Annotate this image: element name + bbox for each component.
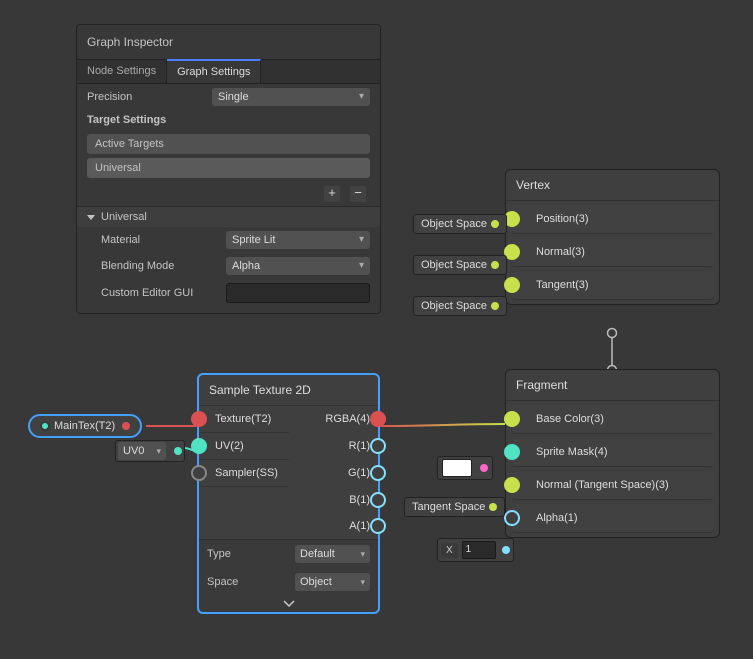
property-port-icon xyxy=(40,421,50,431)
slot-alpha[interactable]: Alpha(1) xyxy=(512,504,713,533)
node-sample-texture-2d[interactable]: Sample Texture 2D Texture(T2) RGBA(4) UV… xyxy=(197,373,380,614)
slot-uv-in[interactable]: UV(2) xyxy=(199,433,289,460)
slot-position[interactable]: Position(3) xyxy=(512,205,713,234)
material-label: Material xyxy=(87,234,226,246)
slot-a-out[interactable]: A(1) xyxy=(289,513,379,539)
pill-object-space[interactable]: Object Space xyxy=(413,255,507,275)
slot-tangent[interactable]: Tangent(3) xyxy=(512,271,713,300)
slot-sprite-mask[interactable]: Sprite Mask(4) xyxy=(512,438,713,467)
target-settings-label: Target Settings xyxy=(87,114,212,126)
pill-x-input[interactable]: X1 xyxy=(437,538,514,562)
node-preview-toggle[interactable] xyxy=(199,596,378,612)
add-target-button[interactable]: + xyxy=(324,186,340,202)
x-value[interactable]: 1 xyxy=(462,541,496,559)
pill-object-space[interactable]: Object Space xyxy=(413,296,507,316)
material-select[interactable]: Sprite Lit xyxy=(226,231,370,249)
node-header: Sample Texture 2D xyxy=(199,375,378,406)
slot-base-color[interactable]: Base Color(3) xyxy=(512,405,713,434)
chevron-down-icon xyxy=(87,215,95,220)
space-label: Space xyxy=(207,576,295,588)
x-label: X xyxy=(441,543,458,558)
tab-bar: Node Settings Graph Settings xyxy=(77,59,380,84)
type-label: Type xyxy=(207,548,295,560)
node-header: Vertex xyxy=(506,170,719,201)
slot-normal-ts[interactable]: Normal (Tangent Space)(3) xyxy=(512,471,713,500)
port-out-icon xyxy=(122,422,130,430)
active-target-universal[interactable]: Universal xyxy=(87,158,370,178)
property-label: MainTex(T2) xyxy=(54,420,115,432)
property-maintex[interactable]: MainTex(T2) xyxy=(28,414,142,438)
pill-tangent-space[interactable]: Tangent Space xyxy=(404,497,505,517)
slot-sampler-in[interactable]: Sampler(SS) xyxy=(199,460,289,487)
active-targets-header: Active Targets xyxy=(87,134,370,154)
space-select[interactable]: Object xyxy=(295,573,370,591)
slot-r-out[interactable]: R(1) xyxy=(289,433,379,459)
pill-color-swatch[interactable] xyxy=(437,456,493,480)
type-select[interactable]: Default xyxy=(295,545,370,563)
pill-object-space[interactable]: Object Space xyxy=(413,214,507,234)
node-header: Fragment xyxy=(506,370,719,401)
blending-select[interactable]: Alpha xyxy=(226,257,370,275)
port-out-icon xyxy=(174,447,182,455)
precision-select[interactable]: Single xyxy=(212,88,370,106)
slot-texture-in[interactable]: Texture(T2) xyxy=(199,406,289,433)
precision-label: Precision xyxy=(87,91,212,103)
foldout-universal[interactable]: Universal xyxy=(77,206,380,227)
blending-label: Blending Mode xyxy=(87,260,226,272)
graph-inspector-panel: Graph Inspector Node Settings Graph Sett… xyxy=(76,24,381,314)
remove-target-button[interactable]: − xyxy=(350,186,366,202)
custom-editor-input[interactable] xyxy=(226,283,370,303)
color-swatch xyxy=(442,459,472,477)
uv-channel-pill[interactable]: UV0 xyxy=(115,440,185,462)
uv-select[interactable]: UV0 xyxy=(118,442,166,460)
slot-normal[interactable]: Normal(3) xyxy=(512,238,713,267)
slot-g-out[interactable]: G(1) xyxy=(289,460,379,486)
slot-b-out[interactable]: B(1) xyxy=(289,487,379,513)
slot-rgba-out[interactable]: RGBA(4) xyxy=(289,406,379,432)
tab-graph-settings[interactable]: Graph Settings xyxy=(167,59,261,83)
tab-node-settings[interactable]: Node Settings xyxy=(77,60,167,83)
node-fragment[interactable]: Fragment Base Color(3) Sprite Mask(4) No… xyxy=(505,369,720,538)
custom-editor-label: Custom Editor GUI xyxy=(87,287,226,299)
panel-title: Graph Inspector xyxy=(77,25,380,59)
node-vertex[interactable]: Vertex Position(3) Normal(3) Tangent(3) xyxy=(505,169,720,305)
